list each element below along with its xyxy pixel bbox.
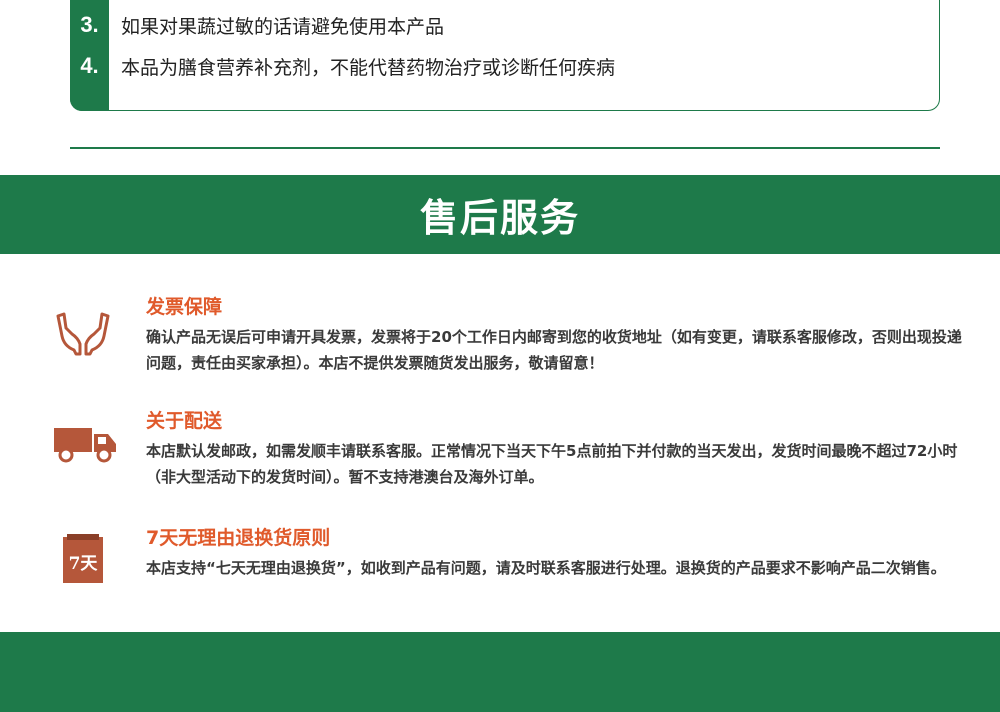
notice-number: 3.: [80, 12, 99, 37]
footer-bar: [0, 632, 1000, 712]
service-invoice: 发票保障 确认产品无误后可申请开具发票，发票将于20个工作日内邮寄到您的收货地址…: [50, 292, 970, 382]
section-title: 售后服务: [419, 196, 580, 240]
service-description: 本店支持“七天无理由退换货”，如收到产品有问题，请及时联系客服进行处理。退换货的…: [146, 559, 946, 577]
notice-number: 4.: [80, 53, 99, 78]
service-title: 发票保障: [146, 296, 223, 318]
service-title: 7天无理由退换货原则: [146, 527, 331, 549]
notice-item: 4. 本品为膳食营养补充剂，不能代替药物治疗或诊断任何疾病: [70, 48, 615, 84]
hands-icon: [54, 310, 112, 360]
truck-icon: [52, 422, 118, 468]
service-title: 关于配送: [146, 410, 223, 432]
service-description: 确认产品无误后可申请开具发票，发票将于20个工作日内邮寄到您的收货地址（如有变更…: [146, 328, 962, 372]
calendar-7-icon: 7天: [62, 533, 104, 585]
service-description: 本店默认发邮政，如需发顺丰请联系客服。正常情况下当天下午5点前拍下并付款的当天发…: [146, 442, 958, 486]
service-delivery: 关于配送 本店默认发邮政，如需发顺丰请联系客服。正常情况下当天下午5点前拍下并付…: [50, 406, 970, 496]
notice-text: 如果对果蔬过敏的话请避免使用本产品: [121, 15, 445, 38]
section-banner: 售后服务: [0, 175, 1000, 254]
notice-item: 3. 如果对果蔬过敏的话请避免使用本产品: [70, 7, 444, 43]
divider: [70, 147, 940, 149]
service-returns: 7天 7天无理由退换货原则 本店支持“七天无理由退换货”，如收到产品有问题，请及…: [50, 523, 970, 613]
notice-text: 本品为膳食营养补充剂，不能代替药物治疗或诊断任何疾病: [121, 56, 616, 79]
calendar-label: 7天: [68, 554, 98, 574]
